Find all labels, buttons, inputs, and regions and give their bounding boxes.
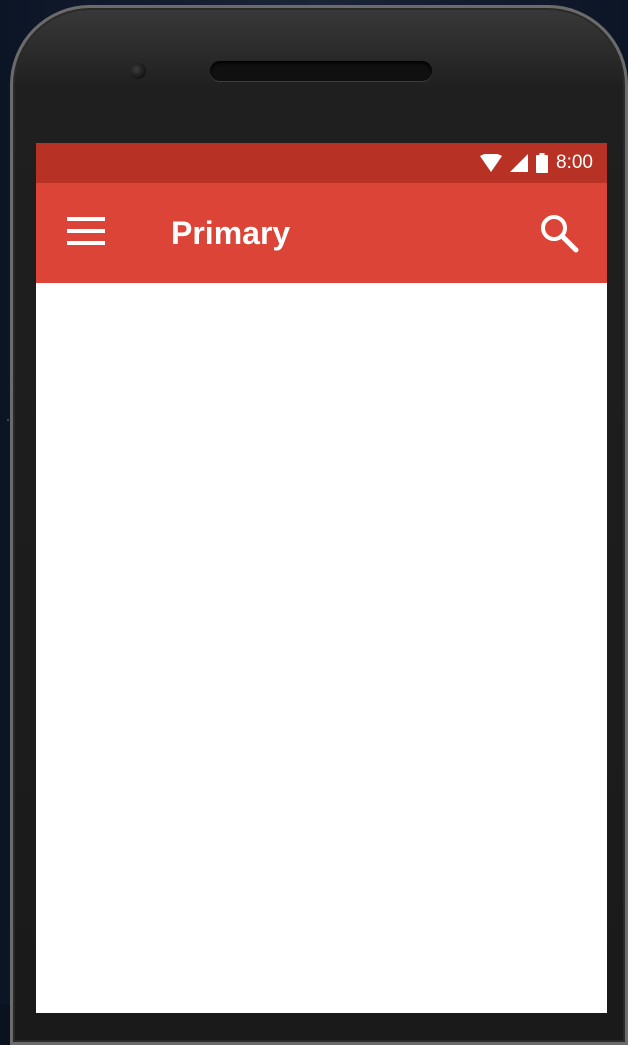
menu-button[interactable] <box>66 215 106 251</box>
page-title: Primary <box>171 215 291 251</box>
wifi-icon <box>480 154 503 172</box>
battery-icon <box>536 153 549 173</box>
status-icons: 8:00 <box>480 152 593 174</box>
search-icon <box>539 213 579 258</box>
signal-icon <box>510 154 529 172</box>
phone-frame: 8:00 Primary <box>10 5 628 1045</box>
earpiece-speaker <box>210 61 432 81</box>
content-area <box>36 283 607 1013</box>
status-bar: 8:00 <box>36 143 607 183</box>
search-button[interactable] <box>537 213 581 257</box>
front-camera <box>130 63 146 79</box>
hamburger-menu-icon <box>67 216 105 250</box>
status-time: 8:00 <box>556 152 593 173</box>
app-bar: Primary <box>36 183 607 283</box>
phone-screen: 8:00 Primary <box>36 143 607 1013</box>
